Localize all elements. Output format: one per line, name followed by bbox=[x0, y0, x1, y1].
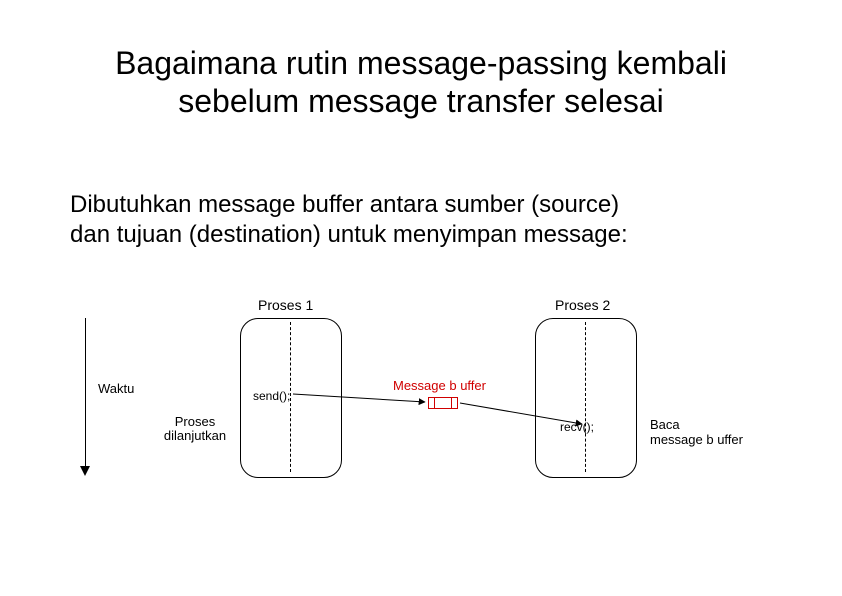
arrow-send-to-buffer bbox=[293, 394, 425, 402]
arrows-layer bbox=[0, 0, 842, 596]
arrow-buffer-to-recv bbox=[460, 403, 582, 424]
diagram: Proses 1 Proses 2 Waktu Proses dilanjutk… bbox=[0, 0, 842, 596]
